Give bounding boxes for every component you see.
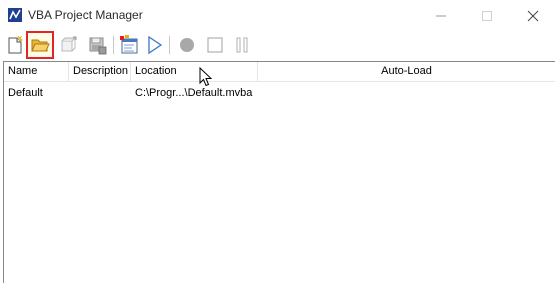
close-button[interactable] — [510, 0, 555, 30]
column-header-location[interactable]: Location — [131, 62, 258, 81]
project-location: C:\Progr...\Default.mvba — [135, 87, 253, 99]
maximize-icon — [482, 11, 492, 21]
new-document-icon — [8, 35, 24, 54]
pause-recording-button[interactable] — [229, 32, 255, 58]
title-bar: VBA Project Manager — [0, 0, 555, 30]
stop-recording-button[interactable] — [202, 32, 228, 58]
record-icon — [180, 38, 194, 52]
mouse-cursor-icon — [199, 66, 213, 92]
open-project-button[interactable] — [26, 31, 54, 59]
minimize-button[interactable] — [418, 0, 464, 30]
run-macro-button[interactable] — [141, 32, 167, 58]
vba-project-manager-window: VBA Project Manager Name Description Loc… — [0, 0, 555, 283]
column-header-auto-load[interactable]: Auto-Load — [258, 62, 555, 81]
toolbar — [0, 30, 555, 60]
toolbar-separator — [113, 36, 114, 54]
project-description — [69, 84, 131, 102]
stop-icon — [207, 37, 223, 53]
save-icon — [89, 37, 107, 55]
list-header: Name Description Location Auto-Load — [4, 62, 555, 82]
project-name: Default — [8, 87, 43, 99]
project-list[interactable]: Name Description Location Auto-Load Defa… — [3, 61, 555, 283]
maximize-button[interactable] — [464, 0, 510, 30]
open-folder-icon — [31, 39, 50, 52]
vba-editor-icon — [120, 35, 138, 54]
play-icon — [148, 35, 163, 55]
app-icon — [8, 8, 22, 22]
vba-editor-button[interactable] — [116, 32, 142, 58]
project-auto-load — [258, 84, 555, 102]
column-header-description[interactable]: Description — [69, 62, 131, 81]
column-header-name[interactable]: Name — [4, 62, 69, 81]
save-as-project-button[interactable] — [56, 32, 82, 58]
close-icon — [527, 10, 539, 22]
pause-icon — [236, 37, 248, 53]
window-title: VBA Project Manager — [28, 8, 143, 22]
table-row[interactable]: Default C:\Progr...\Default.mvba — [4, 84, 555, 102]
toolbar-separator — [169, 36, 170, 54]
record-macro-button[interactable] — [174, 32, 200, 58]
save-project-button[interactable] — [84, 32, 110, 58]
save-as-icon — [61, 36, 77, 52]
new-project-button[interactable] — [2, 32, 28, 58]
minimize-icon — [436, 15, 446, 17]
